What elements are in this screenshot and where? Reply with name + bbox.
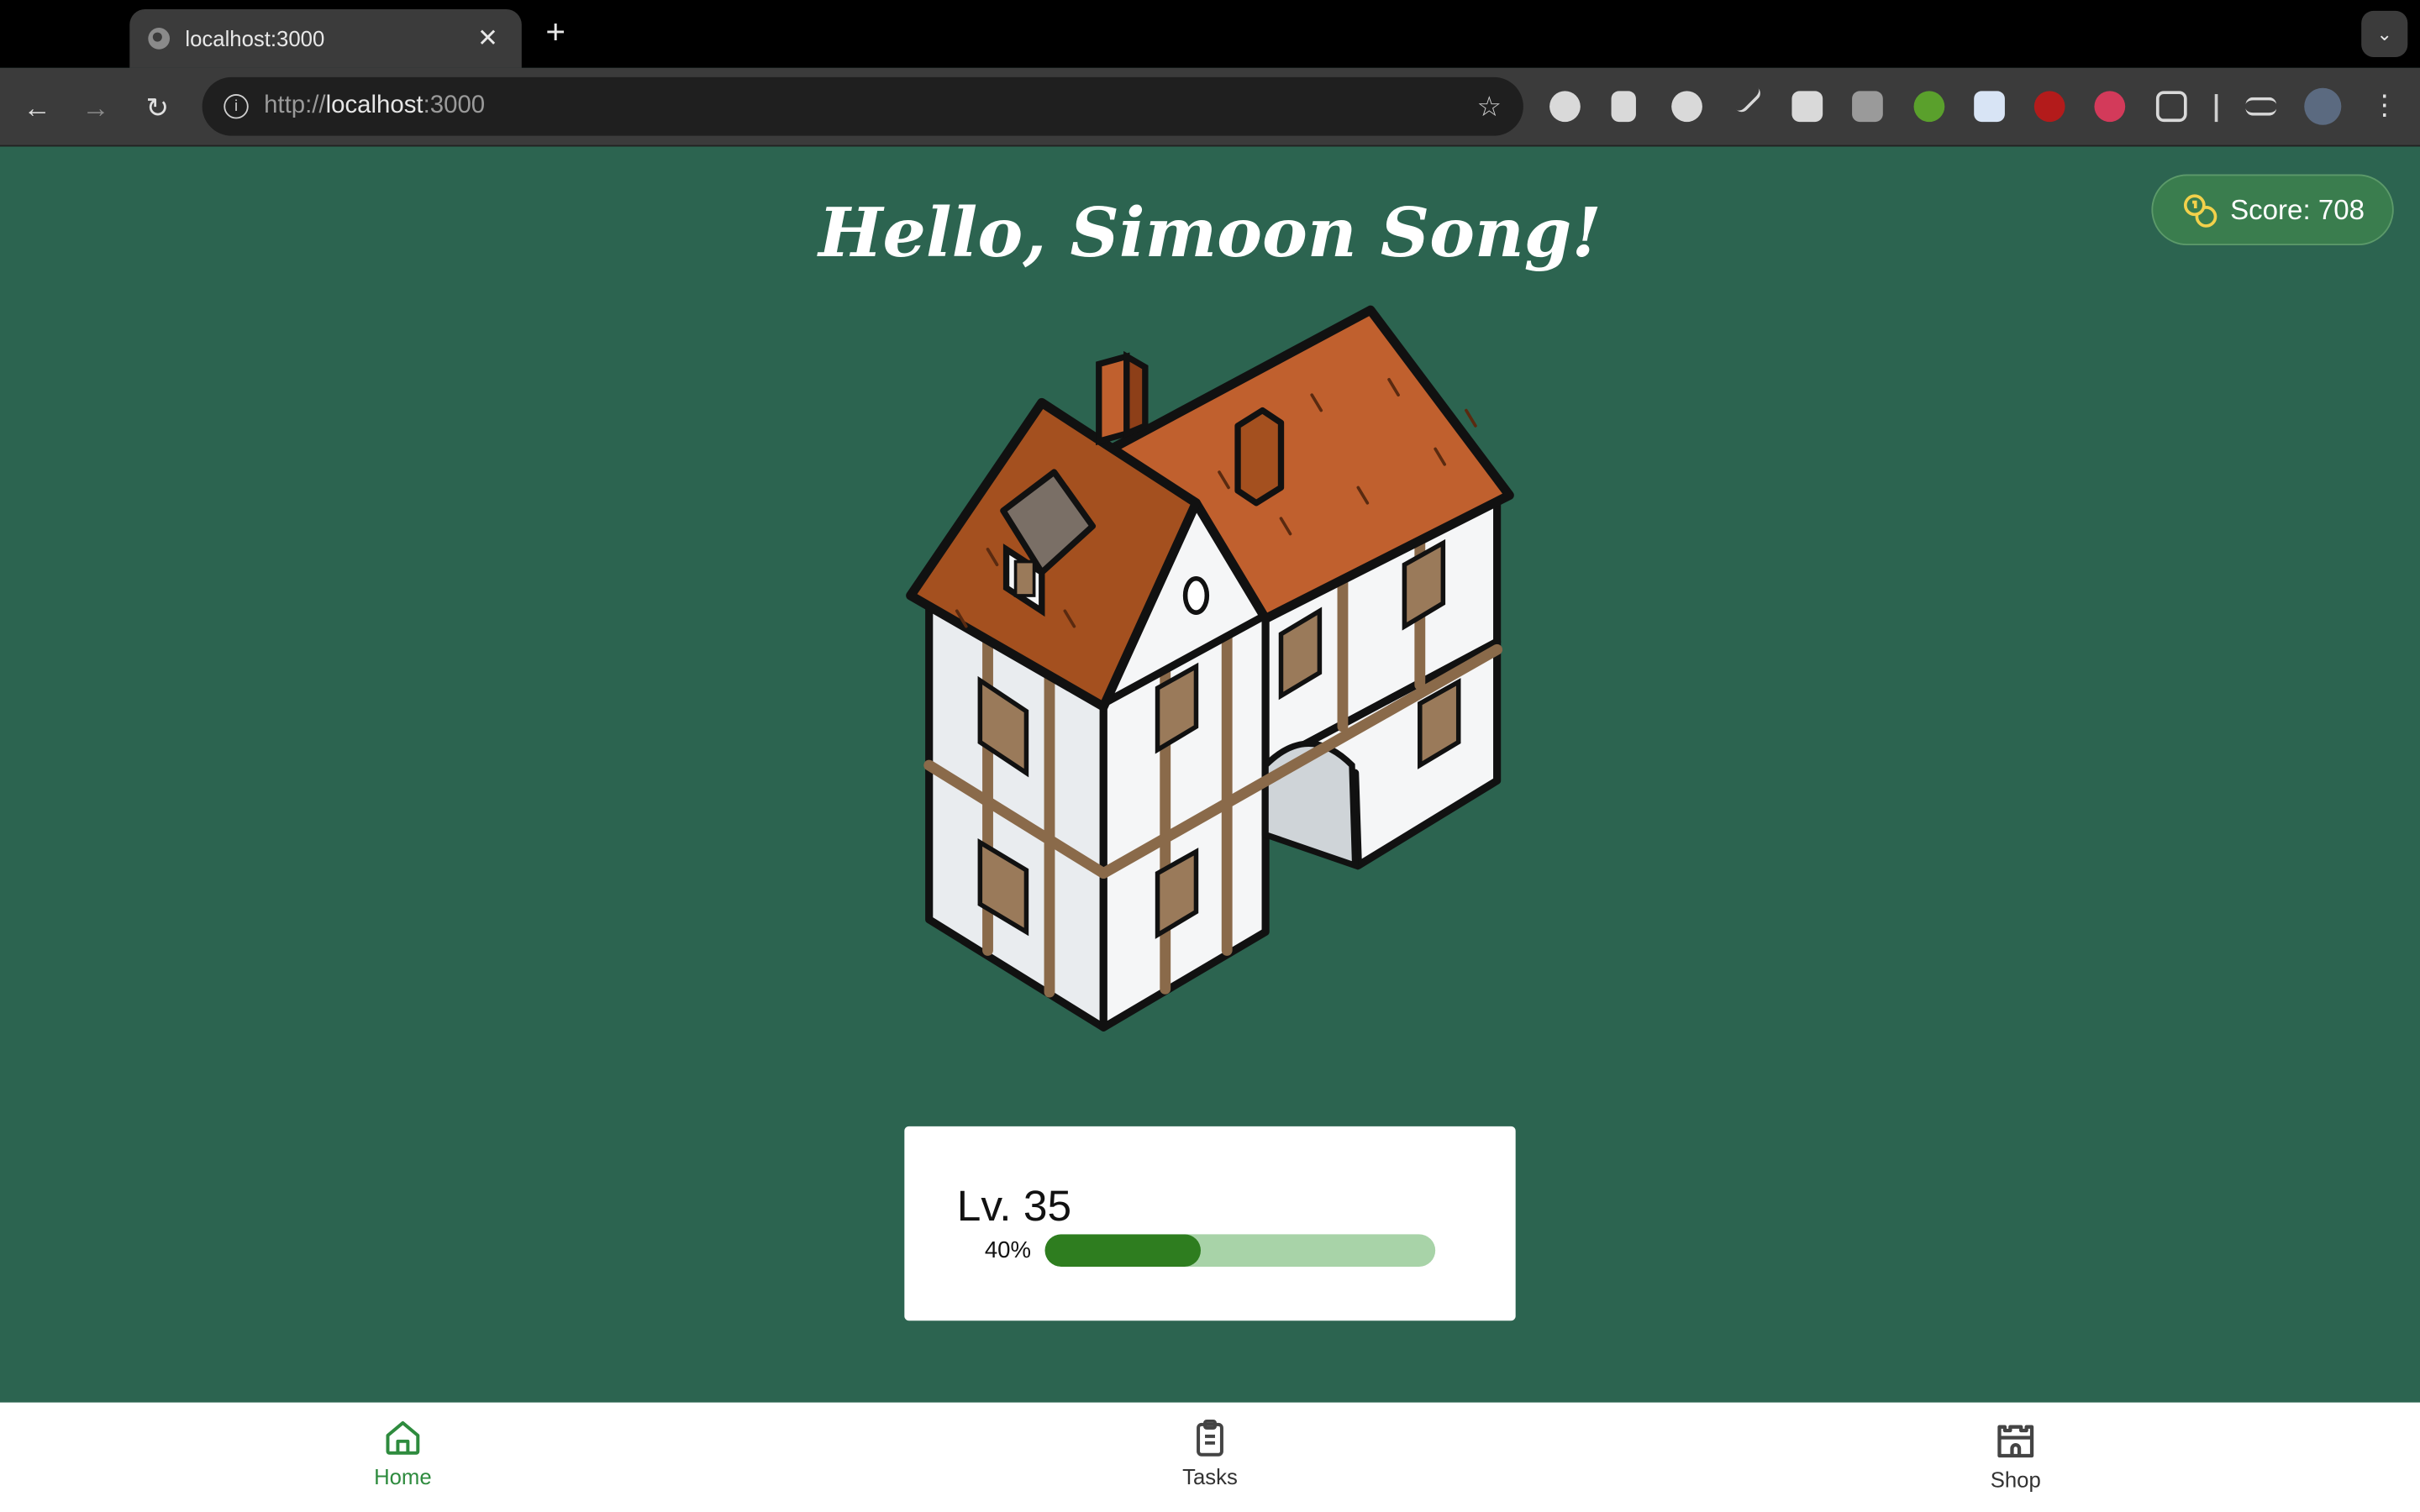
- pen-extension-icon[interactable]: [1730, 82, 1764, 116]
- level-label: Lv. 35: [956, 1181, 1072, 1230]
- document-extension-icon[interactable]: [1611, 91, 1636, 123]
- window-extension-icon[interactable]: [1791, 91, 1823, 123]
- url-text: http://localhost:3000: [264, 92, 486, 119]
- menu-kebab-icon[interactable]: ⋮: [2370, 90, 2398, 123]
- progress-bar-fill: [1044, 1234, 1202, 1267]
- toolbar-divider: [2214, 94, 2218, 123]
- level-card: Lv. 35 40%: [904, 1126, 1516, 1321]
- browser-tabbar: localhost:3000 ✕ + ⌄: [0, 0, 2420, 68]
- reload-button[interactable]: ↻: [137, 88, 177, 129]
- function-extension-icon[interactable]: [1852, 91, 1883, 123]
- nav-tasks-label: Tasks: [1182, 1464, 1238, 1489]
- bottom-nav: Home Tasks Shop: [0, 1402, 2420, 1512]
- address-bar[interactable]: i http://localhost:3000 ☆: [202, 76, 1523, 136]
- castle-icon: [1997, 1425, 2034, 1458]
- screen: localhost:3000 ✕ + ⌄ ← → ↻ i http://loca…: [0, 0, 2420, 1512]
- coins-icon: [2183, 194, 2217, 228]
- calendar-extension-icon[interactable]: [1974, 91, 2005, 123]
- profile-avatar[interactable]: [2304, 87, 2342, 125]
- tab-search-button[interactable]: ⌄: [2361, 10, 2408, 57]
- ublock-extension-icon[interactable]: [2033, 91, 2065, 123]
- bookmark-star-icon[interactable]: ☆: [1476, 90, 1502, 123]
- score-label: Score: 708: [2230, 193, 2365, 225]
- globe-icon: [148, 28, 171, 50]
- plus-extension-icon[interactable]: [1913, 91, 1945, 123]
- media-queue-icon[interactable]: [2245, 97, 2277, 116]
- nav-shop[interactable]: Shop: [1923, 1418, 2108, 1492]
- nav-home[interactable]: Home: [310, 1418, 495, 1488]
- clipboard-icon: [1197, 1419, 1223, 1457]
- back-button[interactable]: ←: [17, 88, 57, 129]
- app-main: Hello, Simoon Song! Score: 708 Lv. 35 40…: [0, 148, 2420, 1403]
- forward-button[interactable]: →: [76, 88, 116, 129]
- home-icon: [386, 1420, 420, 1455]
- grammarly-extension-icon[interactable]: [1549, 91, 1581, 123]
- greeting-title: Hello, Simoon Song!: [818, 194, 1602, 274]
- nav-home-label: Home: [374, 1464, 432, 1489]
- score-badge[interactable]: Score: 708: [2151, 174, 2394, 246]
- browser-toolbar: ← → ↻ i http://localhost:3000 ☆ ⋮: [0, 67, 2420, 147]
- tab-title: localhost:3000: [185, 26, 325, 51]
- browser-tab[interactable]: localhost:3000 ✕: [129, 9, 522, 68]
- nav-tasks[interactable]: Tasks: [1118, 1418, 1302, 1488]
- circle-extension-icon[interactable]: [1671, 91, 1702, 123]
- progress-percent: 40%: [984, 1237, 1031, 1264]
- progress-bar: [1044, 1234, 1436, 1267]
- play-extension-icon[interactable]: [2094, 91, 2126, 123]
- info-icon[interactable]: i: [224, 94, 249, 119]
- nav-shop-label: Shop: [1990, 1467, 2041, 1493]
- puzzle-extensions-icon[interactable]: [2155, 91, 2187, 123]
- house-illustration: [906, 305, 1514, 1032]
- close-icon[interactable]: ✕: [472, 24, 503, 55]
- new-tab-button[interactable]: +: [537, 13, 574, 53]
